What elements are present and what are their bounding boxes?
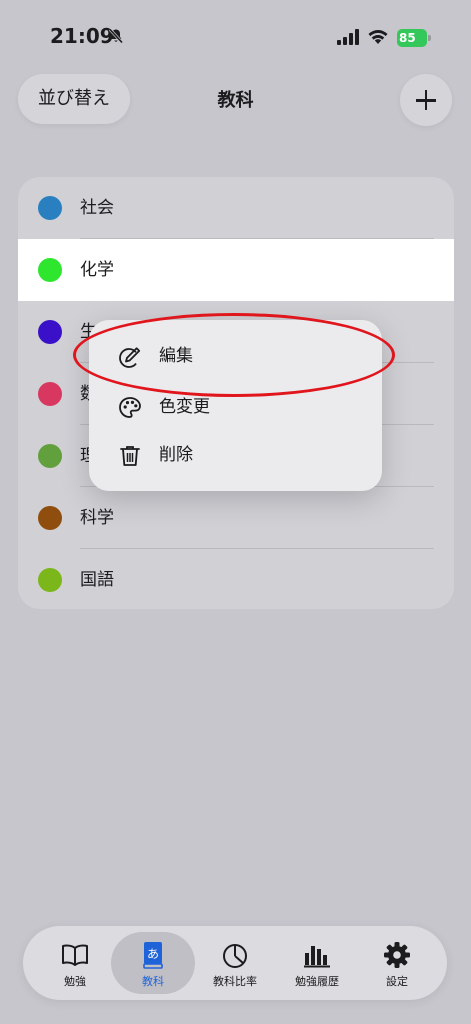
subject-color-dot	[38, 196, 62, 220]
subject-name: 科学	[80, 508, 114, 528]
subject-color-dot	[38, 382, 62, 406]
subject-color-dot	[38, 258, 62, 282]
tab-subject-ratio[interactable]: 教科比率	[193, 932, 277, 994]
subject-name: 社会	[80, 198, 114, 218]
svg-text:あ: あ	[147, 947, 159, 961]
status-bar: 21:09 85	[0, 0, 471, 60]
list-item-subject[interactable]: 科学	[18, 487, 454, 549]
tab-label: 教科比率	[213, 975, 257, 988]
add-subject-button[interactable]	[400, 74, 452, 126]
signal-icon	[337, 29, 359, 45]
gear-icon	[384, 942, 410, 968]
menu-item-label: 削除	[159, 445, 193, 465]
tab-settings[interactable]: 設定	[355, 932, 439, 994]
annotation-ellipse	[73, 313, 395, 397]
palette-icon	[119, 397, 141, 418]
tab-study-history[interactable]: 勉強履歴	[275, 932, 359, 994]
list-item-subject-selected[interactable]: 化学	[18, 239, 454, 301]
bar-chart-icon	[304, 946, 330, 968]
wifi-icon	[368, 30, 388, 44]
battery-level: 85	[397, 29, 427, 47]
subject-color-dot	[38, 506, 62, 530]
subject-name: 化学	[80, 260, 114, 280]
subject-color-dot	[38, 320, 62, 344]
tab-label: 勉強	[64, 975, 86, 988]
tab-bar: 勉強 あ 教科 教科比率 勉強履歴 設定	[23, 926, 447, 1000]
list-item-subject[interactable]: 社会	[18, 177, 454, 239]
list-item-subject[interactable]: 国語	[18, 549, 454, 611]
book-icon	[62, 944, 88, 966]
trash-icon	[120, 446, 140, 466]
subject-name: 国語	[80, 570, 114, 590]
status-time: 21:09	[50, 24, 114, 48]
tab-label: 設定	[386, 975, 408, 988]
tab-label: 勉強履歴	[295, 975, 339, 988]
tab-label: 教科	[142, 975, 164, 988]
subject-color-dot	[38, 444, 62, 468]
bell-slash-icon	[108, 28, 124, 44]
pie-chart-icon	[223, 944, 247, 968]
tab-subjects[interactable]: あ 教科	[111, 932, 195, 994]
menu-item-delete[interactable]: 削除	[89, 430, 382, 480]
subject-book-icon: あ	[143, 942, 163, 969]
subject-color-dot	[38, 568, 62, 592]
battery-icon: 85	[397, 29, 431, 47]
battery-tip	[428, 35, 431, 41]
tab-study[interactable]: 勉強	[33, 932, 117, 994]
